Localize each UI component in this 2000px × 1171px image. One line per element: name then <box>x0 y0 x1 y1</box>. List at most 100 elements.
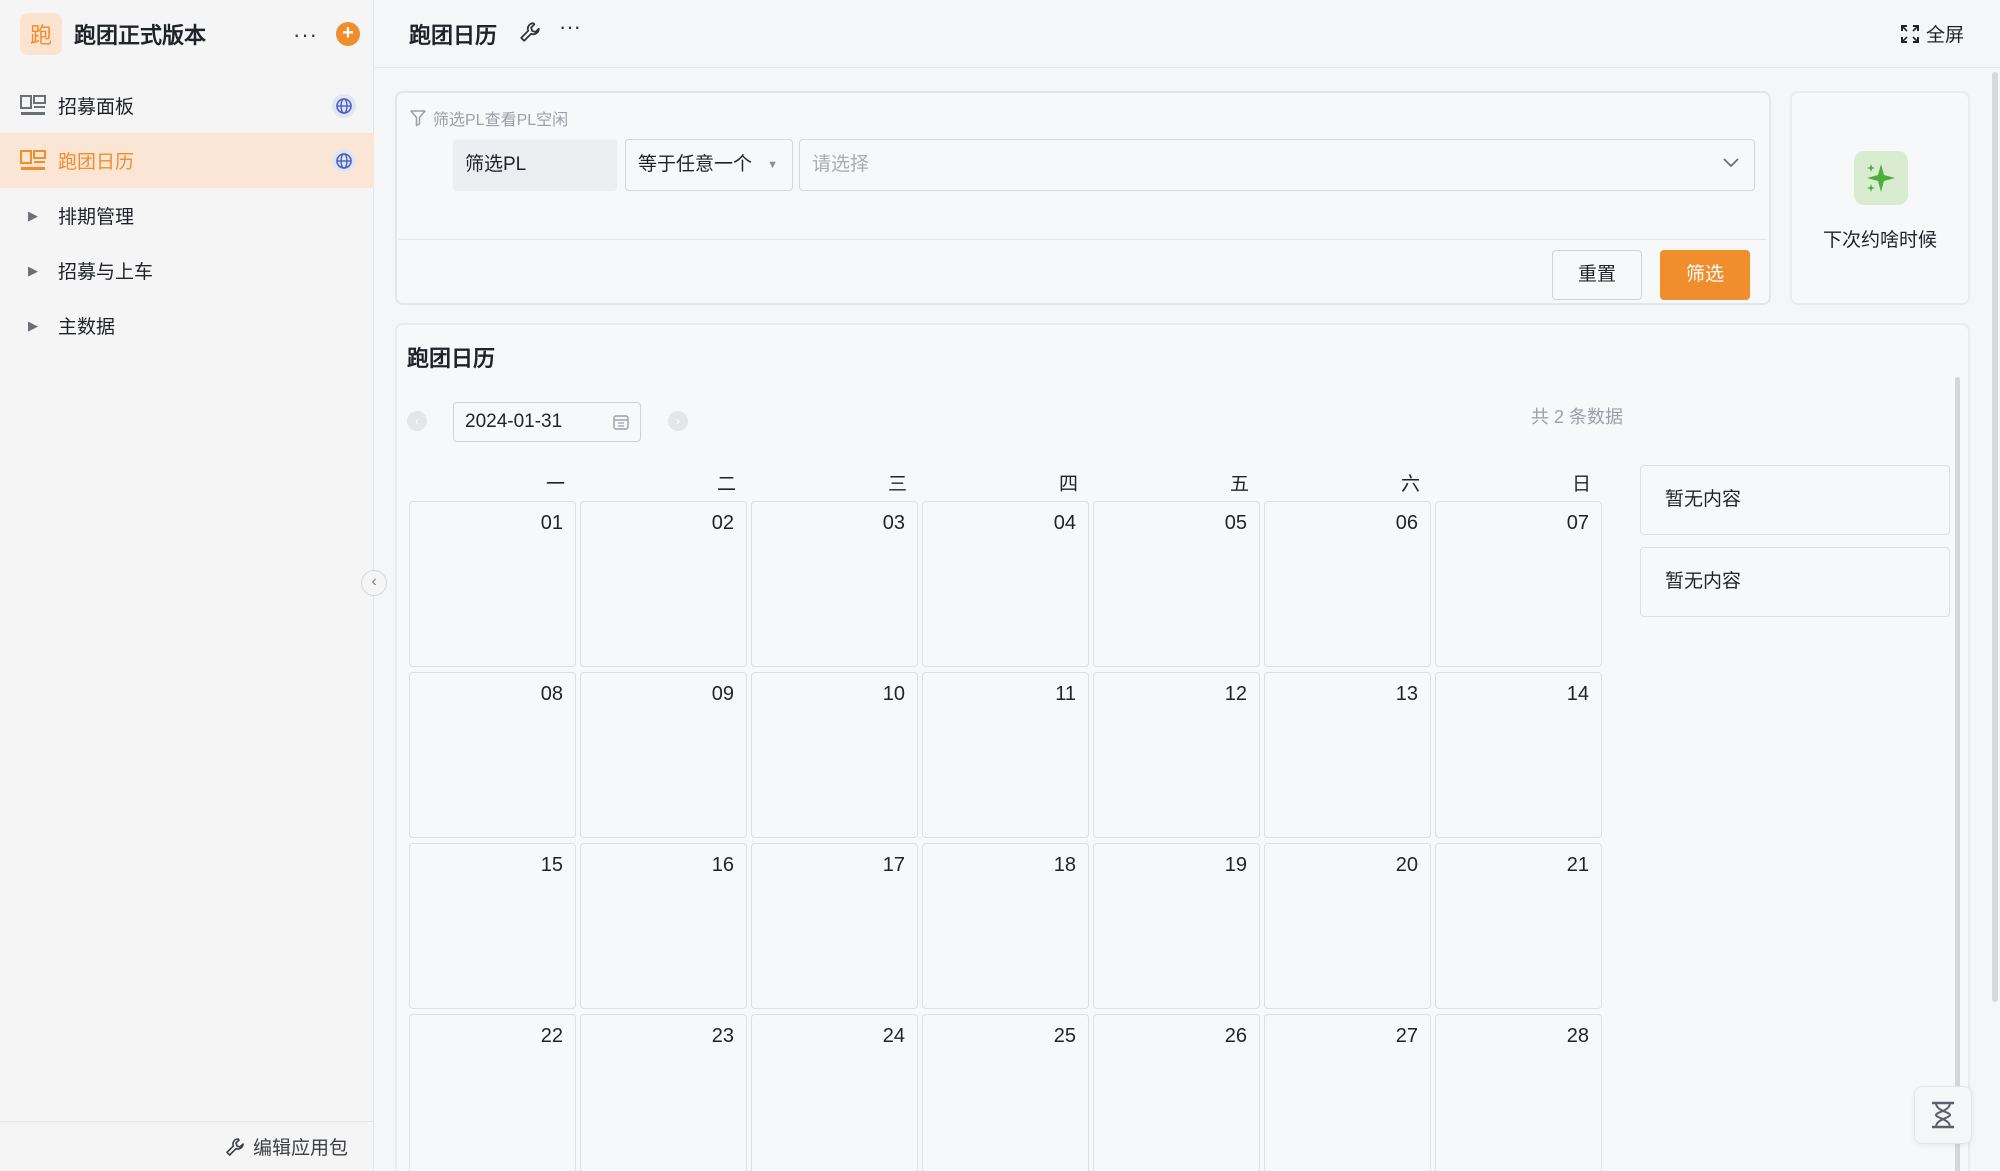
sidebar-item-label: 招募与上车 <box>58 262 154 283</box>
globe-icon[interactable] <box>332 149 356 173</box>
event-list-item[interactable]: 暂无内容 <box>1640 465 1950 535</box>
calendar-panel: 跑团日历 ‹ 2024-01-31 › 共 2 条数据 一 二 三 四 五 六 日 01 02… <box>395 323 1970 1171</box>
calendar-title: 跑团日历 <box>407 346 496 371</box>
weekday-label: 四 <box>1058 474 1078 495</box>
calendar-day-cell[interactable]: 14 <box>1435 672 1602 838</box>
calendar-day-cell[interactable]: 11 <box>922 672 1089 838</box>
next-time-button[interactable]: 下次约啥时候 <box>1790 91 1970 305</box>
prev-month-button[interactable]: ‹ <box>407 411 427 431</box>
day-number: 07 <box>1566 512 1589 534</box>
weekday-label: 六 <box>1400 474 1420 495</box>
filter-value-select[interactable]: 请选择 <box>799 139 1755 191</box>
globe-icon[interactable] <box>332 94 356 118</box>
calendar-day-cell[interactable]: 15 <box>409 843 576 1009</box>
hourglass-icon <box>1932 1101 1954 1129</box>
wrench-icon[interactable] <box>519 21 541 43</box>
calendar-day-cell[interactable]: 20 <box>1264 843 1431 1009</box>
calendar-day-cell[interactable]: 22 <box>409 1014 576 1171</box>
calendar-day-cell[interactable]: 05 <box>1093 501 1260 667</box>
calendar-day-cell[interactable]: 10 <box>751 672 918 838</box>
filter-operator-value: 等于任意一个 <box>638 154 753 175</box>
calendar-day-cell[interactable]: 24 <box>751 1014 918 1171</box>
calendar-icon <box>613 415 629 430</box>
fullscreen-button[interactable]: 全屏 <box>1900 20 1964 47</box>
calendar-day-cell[interactable]: 13 <box>1264 672 1431 838</box>
wrench-icon <box>226 1137 244 1156</box>
next-month-button[interactable]: › <box>668 411 688 431</box>
calendar-day-cell[interactable]: 26 <box>1093 1014 1260 1171</box>
next-time-label: 下次约啥时候 <box>1822 230 1937 251</box>
filter-panel: 筛选PL查看PL空闲 筛选PL 等于任意一个 ▼ 请选择 重置 筛选 <box>395 91 1771 305</box>
edit-app-package-button[interactable]: 编辑应用包 <box>0 1121 374 1171</box>
filter-field-label: 筛选PL <box>453 139 617 191</box>
topbar: 跑团日历 ··· 全屏 <box>375 0 2000 68</box>
weekday-label: 一 <box>545 474 565 495</box>
day-number: 05 <box>1224 512 1247 534</box>
day-number: 08 <box>540 683 563 705</box>
calendar-day-cell[interactable]: 28 <box>1435 1014 1602 1171</box>
caret-right-icon[interactable]: ▶ <box>28 208 44 224</box>
calendar-day-cell[interactable]: 12 <box>1093 672 1260 838</box>
event-list-item[interactable]: 暂无内容 <box>1640 547 1950 617</box>
day-number: 09 <box>711 683 734 705</box>
sidebar-item-schedule[interactable]: ▶ 排期管理 <box>0 188 374 243</box>
more-icon[interactable]: ··· <box>293 22 318 48</box>
day-number: 21 <box>1566 854 1589 876</box>
scrollbar[interactable] <box>1955 377 1960 1171</box>
calendar-day-cell[interactable]: 25 <box>922 1014 1089 1171</box>
day-number: 19 <box>1224 854 1247 876</box>
day-number: 22 <box>540 1025 563 1047</box>
dashboard-icon <box>20 149 46 170</box>
edit-app-package-label: 编辑应用包 <box>252 1138 348 1159</box>
sidebar-item-label: 跑团日历 <box>58 152 135 173</box>
day-number: 27 <box>1395 1025 1418 1047</box>
fullscreen-icon <box>1900 24 1919 43</box>
reset-button[interactable]: 重置 <box>1552 250 1642 300</box>
day-number: 26 <box>1224 1025 1247 1047</box>
day-number: 02 <box>711 512 734 534</box>
calendar-day-cell[interactable]: 21 <box>1435 843 1602 1009</box>
record-count: 共 2 条数据 <box>1531 407 1624 427</box>
caret-down-icon: ▼ <box>767 159 778 171</box>
weekday-label: 三 <box>887 474 907 495</box>
day-number: 20 <box>1395 854 1418 876</box>
more-icon[interactable]: ··· <box>559 14 581 40</box>
day-number: 03 <box>882 512 905 534</box>
weekday-label: 二 <box>716 474 736 495</box>
add-icon[interactable]: + <box>336 22 360 46</box>
calendar-day-cell[interactable]: 09 <box>580 672 747 838</box>
calendar-day-cell[interactable]: 16 <box>580 843 747 1009</box>
calendar-day-cell[interactable]: 19 <box>1093 843 1260 1009</box>
caret-right-icon[interactable]: ▶ <box>28 263 44 279</box>
calendar-day-cell[interactable]: 07 <box>1435 501 1602 667</box>
day-number: 23 <box>711 1025 734 1047</box>
filter-button[interactable]: 筛选 <box>1660 250 1750 300</box>
day-number: 24 <box>882 1025 905 1047</box>
calendar-day-cell[interactable]: 17 <box>751 843 918 1009</box>
date-picker[interactable]: 2024-01-31 <box>453 402 641 442</box>
sidebar-item-recruit-board[interactable]: 招募面板 <box>0 78 374 133</box>
filter-operator-select[interactable]: 等于任意一个 ▼ <box>625 139 793 191</box>
day-number: 18 <box>1053 854 1076 876</box>
app-title: 跑团正式版本 <box>74 23 207 48</box>
calendar-day-cell[interactable]: 06 <box>1264 501 1431 667</box>
hourglass-button[interactable] <box>1914 1086 1972 1144</box>
day-number: 12 <box>1224 683 1247 705</box>
caret-right-icon[interactable]: ▶ <box>28 318 44 334</box>
filter-hint: 筛选PL查看PL空闲 <box>409 106 568 130</box>
calendar-day-cell[interactable]: 18 <box>922 843 1089 1009</box>
sidebar-item-calendar[interactable]: 跑团日历 <box>0 133 374 188</box>
calendar-day-cell[interactable]: 01 <box>409 501 576 667</box>
sidebar-item-master-data[interactable]: ▶ 主数据 <box>0 298 374 353</box>
page-scrollbar[interactable] <box>1992 72 1998 1002</box>
calendar-day-cell[interactable]: 03 <box>751 501 918 667</box>
calendar-day-cell[interactable]: 02 <box>580 501 747 667</box>
calendar-day-cell[interactable]: 23 <box>580 1014 747 1171</box>
calendar-day-cell[interactable]: 27 <box>1264 1014 1431 1171</box>
calendar-day-cell[interactable]: 04 <box>922 501 1089 667</box>
sidebar-item-recruit[interactable]: ▶ 招募与上车 <box>0 243 374 298</box>
collapse-sidebar-button[interactable]: ‹ <box>361 570 387 596</box>
filter-icon <box>410 110 426 127</box>
day-number: 13 <box>1395 683 1418 705</box>
calendar-day-cell[interactable]: 08 <box>409 672 576 838</box>
